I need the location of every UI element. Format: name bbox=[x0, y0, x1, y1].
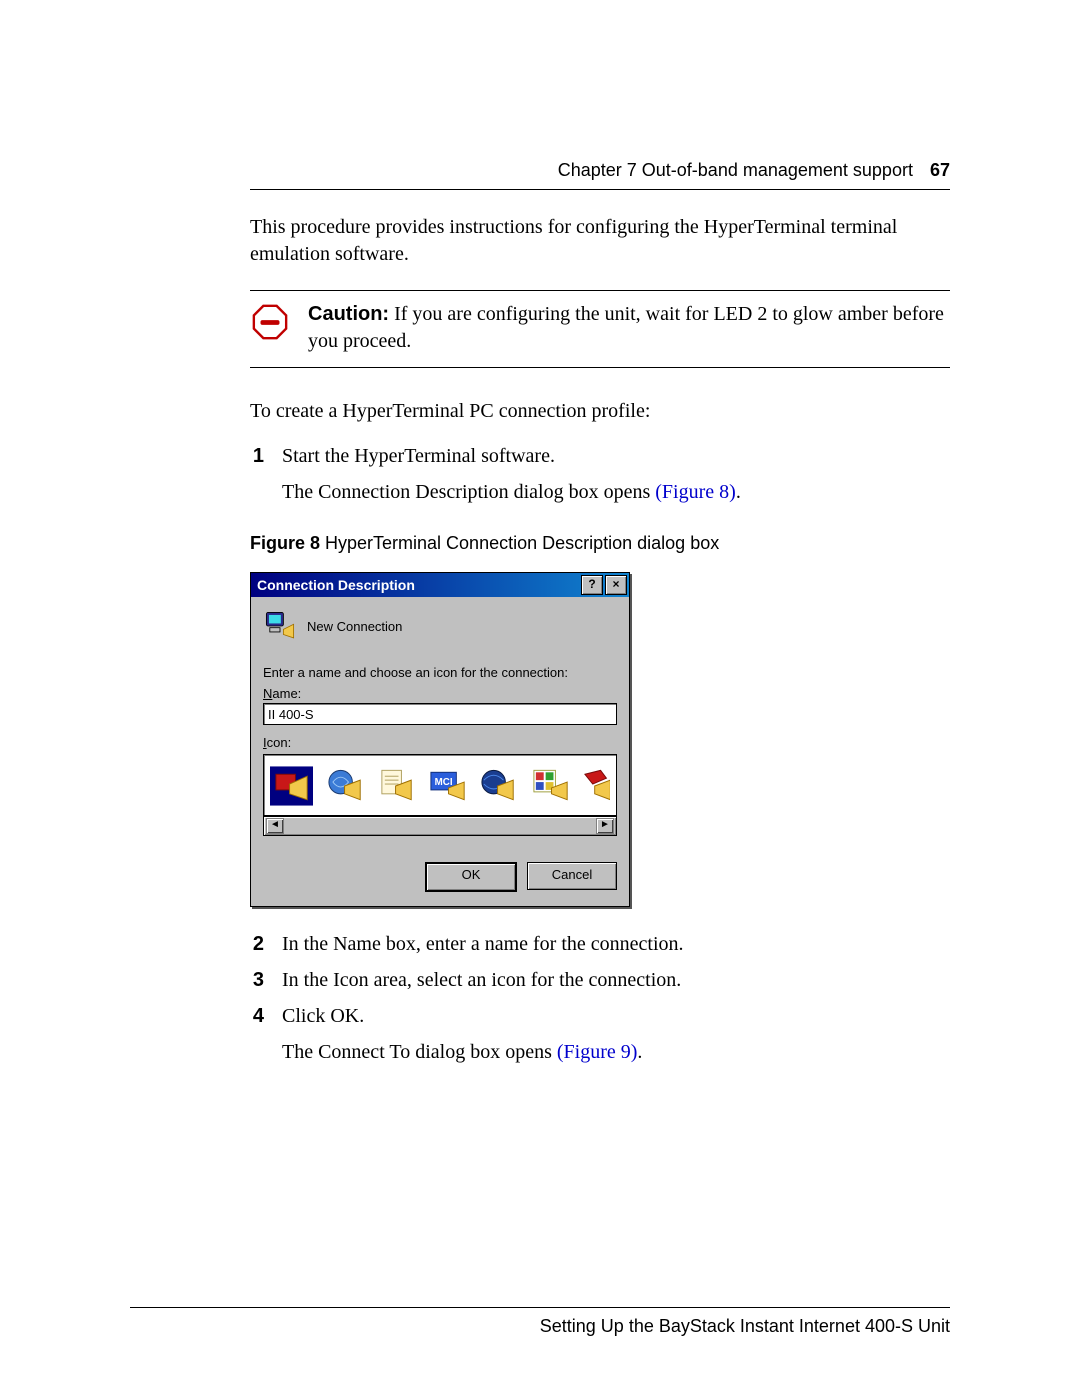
footer-text: Setting Up the BayStack Instant Internet… bbox=[130, 1316, 950, 1337]
step-sub: The Connect To dialog box opens (Figure … bbox=[282, 1037, 950, 1067]
figure-link[interactable]: (Figure 9) bbox=[557, 1041, 638, 1063]
dialog-button-row: OK Cancel bbox=[263, 862, 617, 892]
step-text: In the Icon area, select an icon for the… bbox=[282, 965, 950, 995]
chapter-title: Chapter 7 Out-of-band management support bbox=[558, 160, 913, 180]
icon-scrollbar[interactable]: ◄ ► bbox=[263, 816, 617, 836]
step-list-bottom: 2 In the Name box, enter a name for the … bbox=[250, 929, 950, 1031]
name-input[interactable] bbox=[263, 703, 617, 725]
step-text: In the Name box, enter a name for the co… bbox=[282, 929, 950, 959]
step-number: 4 bbox=[250, 1001, 264, 1031]
step-number: 3 bbox=[250, 965, 264, 995]
caution-label: Caution: bbox=[308, 303, 389, 325]
page-footer: Setting Up the BayStack Instant Internet… bbox=[130, 1307, 950, 1337]
caution-body: If you are configuring the unit, wait fo… bbox=[308, 303, 944, 352]
figure-caption-text: HyperTerminal Connection Description dia… bbox=[320, 533, 719, 553]
icon-picker[interactable]: MCI bbox=[263, 754, 617, 836]
step-number: 1 bbox=[250, 441, 264, 471]
icon-option-3[interactable] bbox=[376, 766, 415, 806]
caution-text: Caution: If you are configuring the unit… bbox=[308, 301, 950, 355]
intro-paragraph: This procedure provides instructions for… bbox=[250, 214, 950, 268]
step-item: 2 In the Name box, enter a name for the … bbox=[250, 929, 950, 959]
footer-rule bbox=[130, 1307, 950, 1308]
icon-field-label: Icon: bbox=[263, 735, 617, 750]
step-sub: The Connection Description dialog box op… bbox=[282, 477, 950, 507]
cancel-button[interactable]: Cancel bbox=[527, 862, 617, 890]
close-button[interactable]: × bbox=[605, 575, 627, 595]
icon-option-1[interactable] bbox=[270, 766, 313, 806]
ok-button[interactable]: OK bbox=[425, 862, 517, 892]
step-text: Start the HyperTerminal software. bbox=[282, 441, 950, 471]
dialog-titlebar: Connection Description ? × bbox=[251, 573, 629, 597]
caution-icon bbox=[250, 301, 290, 341]
step-item: 3 In the Icon area, select an icon for t… bbox=[250, 965, 950, 995]
name-field-label: Name: bbox=[263, 686, 617, 701]
step-list-top: 1 Start the HyperTerminal software. bbox=[250, 441, 950, 471]
dialog-body: New Connection Enter a name and choose a… bbox=[251, 597, 629, 906]
figure-link[interactable]: (Figure 8) bbox=[655, 481, 736, 503]
step-number: 2 bbox=[250, 929, 264, 959]
lead-in: To create a HyperTerminal PC connection … bbox=[250, 398, 950, 425]
connection-description-dialog: Connection Description ? × New Connectio… bbox=[250, 572, 630, 907]
content-column: Chapter 7 Out-of-band management support… bbox=[250, 160, 950, 1067]
new-connection-icon bbox=[263, 609, 297, 643]
header-rule bbox=[250, 189, 950, 190]
running-header: Chapter 7 Out-of-band management support… bbox=[250, 160, 950, 181]
new-connection-row: New Connection bbox=[263, 609, 617, 643]
scroll-left-icon[interactable]: ◄ bbox=[266, 818, 284, 834]
icon-option-5[interactable] bbox=[478, 766, 517, 806]
icon-option-7[interactable] bbox=[581, 766, 610, 806]
step-text: Click OK. bbox=[282, 1001, 950, 1031]
step-item: 1 Start the HyperTerminal software. bbox=[250, 441, 950, 471]
icon-option-2[interactable] bbox=[325, 766, 364, 806]
document-page: Chapter 7 Out-of-band management support… bbox=[0, 0, 1080, 1397]
icon-option-4[interactable]: MCI bbox=[427, 766, 466, 806]
scroll-right-icon[interactable]: ► bbox=[596, 818, 614, 834]
caution-block: Caution: If you are configuring the unit… bbox=[250, 290, 950, 368]
figure-caption: Figure 8 HyperTerminal Connection Descri… bbox=[250, 533, 950, 554]
svg-text:MCI: MCI bbox=[435, 777, 453, 788]
step-item: 4 Click OK. bbox=[250, 1001, 950, 1031]
icon-strip: MCI bbox=[263, 754, 617, 816]
figure-label: Figure 8 bbox=[250, 533, 320, 553]
icon-option-6[interactable] bbox=[530, 766, 569, 806]
dialog-prompt: Enter a name and choose an icon for the … bbox=[263, 665, 617, 680]
new-connection-label: New Connection bbox=[307, 619, 402, 634]
dialog-title: Connection Description bbox=[257, 577, 579, 593]
page-number: 67 bbox=[930, 160, 950, 180]
help-button[interactable]: ? bbox=[581, 575, 603, 595]
